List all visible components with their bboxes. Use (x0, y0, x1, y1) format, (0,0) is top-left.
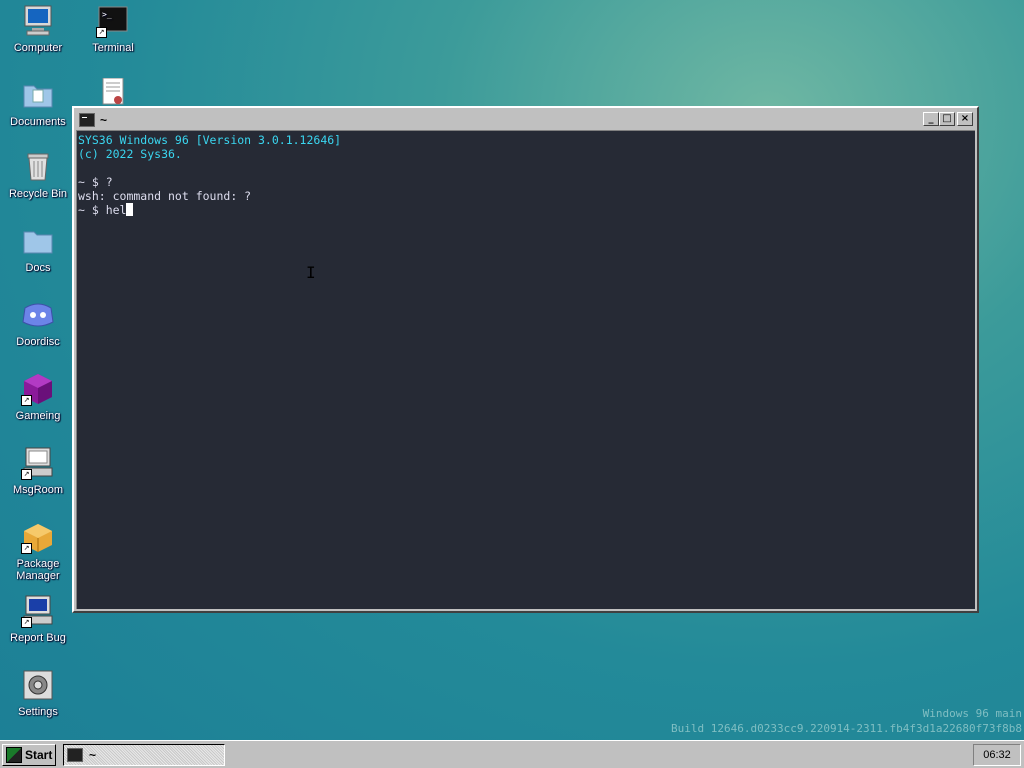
shortcut-arrow-icon: ↗ (21, 395, 32, 406)
window-titlebar[interactable]: ~ _ □ × (76, 110, 975, 130)
window-title: ~ (100, 113, 108, 127)
desktop-icon-gameing[interactable]: ↗ Gameing (0, 372, 76, 422)
terminal-output[interactable]: SYS36 Windows 96 [Version 3.0.1.12646] (… (76, 130, 975, 609)
desktop-icon-docs[interactable]: Docs (0, 224, 76, 274)
doordisc-icon (21, 298, 55, 332)
system-clock[interactable]: 06:32 (973, 744, 1021, 766)
shortcut-arrow-icon: ↗ (21, 617, 32, 628)
terminal-line: SYS36 Windows 96 [Version 3.0.1.12646] (78, 133, 342, 147)
start-label: Start (25, 748, 53, 762)
taskbar: Start ~ 06:32 (0, 740, 1024, 768)
documents-folder-icon (21, 78, 55, 112)
desktop-icon-msgroom[interactable]: ↗ MsgRoom (0, 446, 76, 496)
gameing-icon: ↗ (21, 372, 55, 406)
window-controls: _ □ × (923, 112, 973, 126)
desktop-icon-label: Computer (13, 42, 63, 54)
desktop-icon-label: Recycle Bin (8, 188, 68, 200)
shortcut-arrow-icon: ↗ (21, 543, 32, 554)
terminal-input-line[interactable]: ~ $ hel (78, 203, 974, 217)
start-logo-icon (6, 747, 22, 763)
desktop-icon-label: Docs (25, 262, 51, 274)
terminal-line: ~ $ ? (78, 175, 113, 189)
terminal-icon (79, 113, 95, 127)
minimize-button[interactable]: _ (923, 112, 939, 126)
text-cursor (126, 203, 134, 216)
desktop-icon-label: Report Bug (10, 632, 66, 644)
start-button[interactable]: Start (2, 744, 56, 766)
terminal-line: wsh: command not found: ? (78, 189, 252, 203)
desktop-icon-label: MsgRoom (12, 484, 64, 496)
desktop-icon-package-manager[interactable]: ↗ Package Manager (0, 520, 76, 582)
msgroom-icon: ↗ (21, 446, 55, 480)
package-manager-icon: ↗ (21, 520, 55, 554)
desktop-icon-terminal[interactable]: >_ ↗ Terminal (75, 4, 151, 54)
desktop-icon-label: Gameing (15, 410, 61, 422)
desktop-icon-doordisc[interactable]: Doordisc (0, 298, 76, 348)
desktop-icon-label: Package Manager (16, 558, 60, 582)
taskbar-item-label: ~ (89, 748, 97, 762)
recycle-bin-icon (21, 150, 55, 184)
desktop-icon-label: Documents (10, 116, 66, 128)
desktop-icon-label: Terminal (92, 42, 134, 54)
svg-text:>_: >_ (102, 10, 112, 19)
maximize-button[interactable]: □ (939, 112, 955, 126)
shortcut-arrow-icon: ↗ (21, 469, 32, 480)
docs-folder-icon (21, 224, 55, 258)
close-button[interactable]: × (957, 112, 973, 126)
build-watermark: Windows 96 main Build 12646.d0233cc9.2209… (671, 706, 1022, 736)
watermark-line: Build 12646.d0233cc9.220914-2311.fb4f3d1… (671, 722, 1022, 735)
shortcut-arrow-icon: ↗ (96, 27, 107, 38)
computer-icon (21, 4, 55, 38)
desktop-icon-recycle-bin[interactable]: Recycle Bin (0, 150, 76, 200)
terminal-prompt: ~ $ (78, 203, 106, 217)
terminal-icon (67, 748, 83, 762)
desktop-icon-settings[interactable]: Settings (0, 668, 76, 718)
watermark-line: Windows 96 main (922, 707, 1022, 720)
settings-icon (21, 668, 55, 702)
desktop-icon-computer[interactable]: Computer (0, 4, 76, 54)
taskbar-item-terminal[interactable]: ~ (63, 744, 225, 766)
desktop-icon-report-bug[interactable]: ↗ Report Bug (0, 594, 76, 644)
terminal-window[interactable]: ~ _ □ × SYS36 Windows 96 [Version 3.0.1.… (72, 106, 979, 613)
desktop-icon-documents[interactable]: Documents (0, 78, 76, 128)
report-bug-icon: ↗ (21, 594, 55, 628)
terminal-icon: >_ ↗ (96, 4, 130, 38)
terminal-line: (c) 2022 Sys36. (78, 147, 182, 161)
terminal-input[interactable]: hel (106, 203, 127, 217)
mouse-ibeam-cursor-icon: I (306, 263, 316, 282)
desktop-icon-label: Doordisc (16, 336, 60, 348)
desktop-icon-label: Settings (18, 706, 58, 718)
